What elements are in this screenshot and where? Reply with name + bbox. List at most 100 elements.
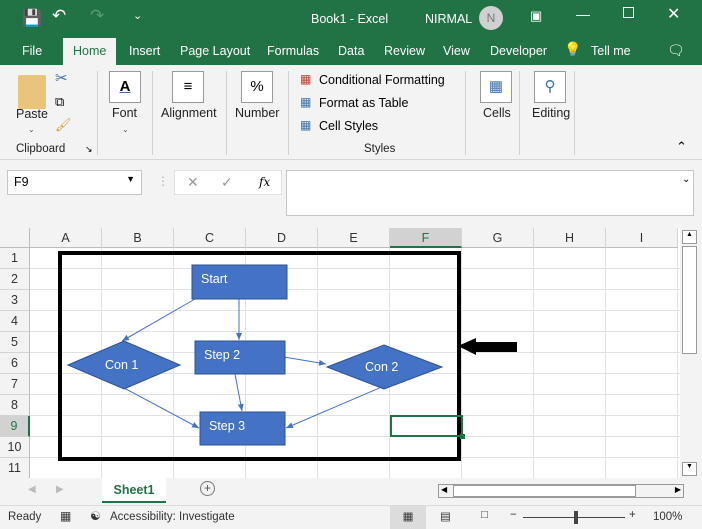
horizontal-scroll-thumb[interactable] — [453, 485, 636, 497]
row-header-11[interactable]: 11 — [0, 458, 30, 479]
spreadsheet-grid[interactable]: A B C D E F G H I 1 2 3 4 5 6 7 8 9 10 11 — [0, 228, 680, 479]
gridline — [317, 248, 318, 478]
search-icon[interactable]: ⚲ — [534, 71, 566, 103]
tab-review[interactable]: Review — [378, 41, 431, 65]
row-header-7[interactable]: 7 — [0, 374, 30, 395]
format-as-table-button[interactable]: Format as Table — [319, 96, 408, 110]
tab-home[interactable]: Home — [63, 38, 117, 65]
tab-page-layout[interactable]: Page Layout — [174, 41, 256, 65]
save-icon[interactable]: 💾 — [22, 8, 42, 28]
row-header-3[interactable]: 3 — [0, 290, 30, 311]
collapse-ribbon-icon[interactable]: ⌃ — [676, 139, 687, 155]
select-all-button[interactable] — [0, 228, 30, 248]
alignment-button[interactable]: Alignment — [161, 106, 217, 120]
tab-developer[interactable]: Developer — [484, 41, 553, 65]
column-header-C[interactable]: C — [174, 228, 246, 248]
copy-icon[interactable]: ⧉ — [55, 94, 64, 110]
maximize-button[interactable] — [623, 7, 634, 18]
row-header-5[interactable]: 5 — [0, 332, 30, 353]
ribbon-display-icon[interactable]: ▣ — [530, 8, 542, 24]
tab-file[interactable]: File — [16, 41, 48, 65]
redo-icon[interactable]: ↷ — [90, 6, 104, 26]
column-header-G[interactable]: G — [462, 228, 534, 248]
row-header-8[interactable]: 8 — [0, 395, 30, 416]
name-box-value: F9 — [14, 175, 29, 189]
column-header-I[interactable]: I — [606, 228, 678, 248]
row-header-1[interactable]: 1 — [0, 248, 30, 269]
cells-icon[interactable]: ▦ — [480, 71, 512, 103]
next-sheet-icon[interactable]: ▶ — [56, 484, 64, 495]
status-bar: Ready ▦ ☯ Accessibility: Investigate ▦ ▤… — [0, 505, 702, 529]
con1-label: Con 1 — [105, 358, 139, 372]
row-header-4[interactable]: 4 — [0, 311, 30, 332]
macro-icon[interactable]: ▦ — [60, 509, 71, 523]
page-layout-view-button[interactable]: ▤ — [440, 509, 451, 523]
cancel-icon[interactable]: ✕ — [187, 174, 199, 191]
tab-data[interactable]: Data — [332, 41, 370, 65]
zoom-level[interactable]: 100% — [653, 511, 682, 523]
zoom-out-button[interactable]: − — [510, 509, 517, 521]
vertical-scroll-thumb[interactable] — [682, 246, 697, 354]
step3-label: Step 3 — [209, 419, 246, 433]
gridline — [30, 394, 680, 395]
zoom-in-button[interactable]: + — [629, 509, 636, 521]
column-header-E[interactable]: E — [318, 228, 390, 248]
row-header-2[interactable]: 2 — [0, 269, 30, 290]
paste-button[interactable]: Paste — [16, 107, 48, 121]
cut-icon[interactable]: ✂ — [55, 69, 68, 87]
enter-icon[interactable]: ✓ — [221, 174, 233, 191]
dialog-launcher-icon[interactable]: ↘ — [85, 144, 93, 155]
more-icon: ⋮ — [157, 174, 169, 188]
user-name: NIRMAL — [425, 12, 473, 26]
percent-icon[interactable]: % — [241, 71, 273, 103]
format-painter-icon[interactable]: 🖌 — [55, 117, 72, 133]
paste-icon[interactable] — [18, 75, 46, 109]
conditional-formatting-button[interactable]: Conditional Formatting — [319, 73, 445, 87]
cell-styles-button[interactable]: Cell Styles — [319, 119, 378, 133]
scroll-down-button[interactable]: ▼ — [682, 462, 697, 476]
tab-insert[interactable]: Insert — [123, 41, 166, 65]
tell-me[interactable]: Tell me — [585, 41, 637, 65]
row-header-9[interactable]: 9 — [0, 416, 30, 437]
zoom-slider-thumb[interactable] — [574, 511, 578, 524]
new-sheet-button[interactable]: + — [200, 481, 215, 496]
tab-formulas[interactable]: Formulas — [261, 41, 325, 65]
selected-cell-f9[interactable] — [390, 415, 465, 439]
font-icon[interactable]: A — [109, 71, 141, 103]
scroll-up-button[interactable]: ▲ — [682, 230, 697, 244]
row-header-6[interactable]: 6 — [0, 353, 30, 374]
column-header-F[interactable]: F — [390, 228, 462, 248]
column-header-D[interactable]: D — [246, 228, 318, 248]
name-box[interactable]: F9 ▼ — [7, 170, 142, 195]
column-header-A[interactable]: A — [30, 228, 102, 248]
undo-icon[interactable]: ↶ — [52, 6, 66, 26]
close-button[interactable]: ✕ — [667, 4, 680, 24]
vertical-scrollbar[interactable]: ▲ ▼ — [680, 228, 702, 478]
customize-qat-icon[interactable]: ⌄ — [133, 9, 142, 22]
scroll-left-button[interactable]: ◀ — [441, 485, 447, 494]
number-button[interactable]: Number — [235, 106, 279, 120]
cells-button[interactable]: Cells — [483, 106, 511, 120]
normal-view-button[interactable]: ▦ — [390, 506, 426, 529]
sheet-tab-sheet1[interactable]: Sheet1 — [102, 478, 166, 503]
avatar[interactable]: N — [479, 6, 503, 30]
minimize-button[interactable]: — — [576, 6, 590, 22]
horizontal-scrollbar[interactable]: ◀ ▶ — [438, 484, 684, 498]
accessibility-status[interactable]: Accessibility: Investigate — [110, 511, 235, 523]
prev-sheet-icon[interactable]: ◀ — [28, 484, 36, 495]
insert-function-button[interactable]: fx — [259, 175, 270, 189]
accessibility-icon[interactable]: ☯ — [90, 509, 101, 523]
formula-input[interactable] — [286, 170, 694, 216]
tab-view[interactable]: View — [437, 41, 476, 65]
start-label: Start — [201, 272, 228, 286]
alignment-icon[interactable]: ≡ — [172, 71, 204, 103]
column-header-H[interactable]: H — [534, 228, 606, 248]
editing-button[interactable]: Editing — [532, 106, 570, 120]
page-break-view-button[interactable]: □ — [481, 509, 488, 521]
font-button[interactable]: Font — [112, 106, 137, 120]
scroll-right-button[interactable]: ▶ — [675, 485, 681, 494]
column-header-B[interactable]: B — [102, 228, 174, 248]
expand-formula-icon[interactable]: ⌄ — [682, 174, 690, 185]
row-header-10[interactable]: 10 — [0, 437, 30, 458]
comment-icon[interactable]: 🗨 — [667, 42, 685, 59]
